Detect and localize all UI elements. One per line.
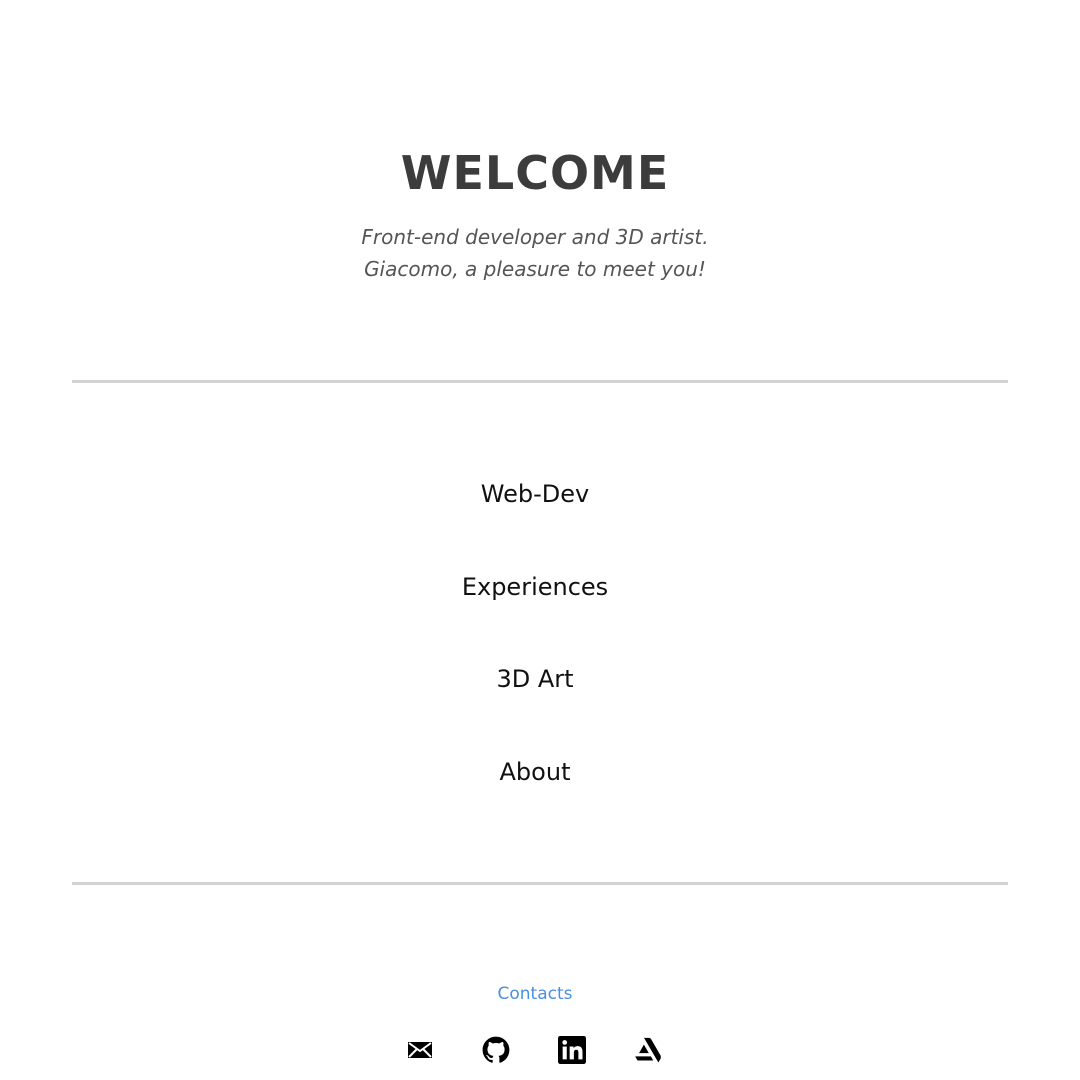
page-title: WELCOME: [400, 146, 670, 200]
bottom-divider: [72, 882, 1008, 885]
nav-link-web-dev[interactable]: Web-Dev: [0, 477, 1070, 511]
mail-icon[interactable]: [406, 1036, 434, 1064]
artstation-icon[interactable]: [634, 1036, 662, 1064]
nav-link-about[interactable]: About: [0, 755, 1070, 789]
github-icon[interactable]: [482, 1036, 510, 1064]
nav-link-3d-art[interactable]: 3D Art: [0, 662, 1070, 696]
hero-subtitle-line-1: Front-end developer and 3D artist.: [361, 225, 709, 249]
hero-subtitle-line-2: Giacomo, a pleasure to meet you!: [364, 257, 706, 281]
page: WELCOME Front-end developer and 3D artis…: [0, 0, 1080, 1080]
top-divider: [72, 380, 1008, 383]
hero-subtitle: Front-end developer and 3D artist. Giaco…: [0, 221, 1070, 285]
linkedin-icon[interactable]: [558, 1036, 586, 1064]
nav-link-experiences[interactable]: Experiences: [0, 570, 1070, 604]
contacts-link[interactable]: Contacts: [0, 982, 1070, 1006]
social-links: [0, 1036, 1070, 1064]
